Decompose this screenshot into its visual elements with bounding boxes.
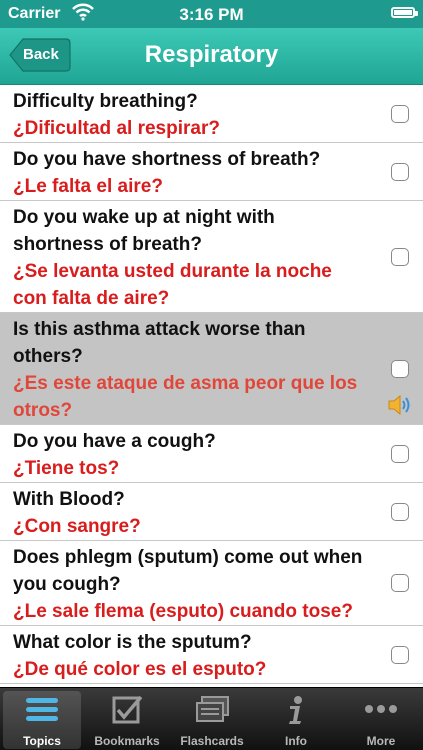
question-row[interactable]: Do you wake up at night with shortness o… xyxy=(0,201,423,313)
bookmark-checkbox[interactable] xyxy=(391,444,409,463)
flashcards-icon xyxy=(196,696,229,722)
speaker-icon[interactable] xyxy=(387,394,413,416)
tab-info[interactable]: Info xyxy=(254,688,338,750)
question-row[interactable]: Is this asthma attack worse than others?… xyxy=(0,313,423,425)
tab-bookmarks-label: Bookmarks xyxy=(94,734,160,748)
question-spanish: ¿Con sangre? xyxy=(13,516,141,537)
question-row[interactable]: What color is the sputum? ¿De qué color e… xyxy=(0,626,423,684)
app-screen: Carrier 3:16 PM Back Respiratory Difficu… xyxy=(0,0,423,750)
question-english: With Blood? xyxy=(13,489,125,510)
question-english: Is this asthma attack worse than others? xyxy=(13,319,306,367)
bookmark-checkbox[interactable] xyxy=(391,359,409,378)
tab-bookmarks[interactable]: Bookmarks xyxy=(85,688,169,750)
battery-icon xyxy=(391,7,418,18)
question-english: Difficulty breathing? xyxy=(13,91,198,112)
navigation-bar: Back Respiratory xyxy=(0,28,423,85)
question-english: What color is the sputum? xyxy=(13,632,252,653)
question-spanish: ¿Se levanta usted durante la noche con f… xyxy=(13,261,332,309)
bookmark-checkbox[interactable] xyxy=(391,645,409,664)
question-row[interactable]: Do you have a cough? ¿Tiene tos? xyxy=(0,425,423,483)
bookmark-checkbox[interactable] xyxy=(391,502,409,521)
tab-more[interactable]: More xyxy=(339,688,423,750)
question-row[interactable]: Do you have shortness of breath? ¿Le falt… xyxy=(0,143,423,201)
question-spanish: ¿Le sale flema (esputo) cuando tose? xyxy=(13,601,353,622)
bookmark-checkbox[interactable] xyxy=(391,574,409,592)
tab-topics-label: Topics xyxy=(23,734,61,748)
tab-bar: Topics Bookmarks Flashcards Info More xyxy=(0,687,423,750)
tab-more-label: More xyxy=(366,734,396,748)
question-spanish: ¿Es este ataque de asma peor que los otr… xyxy=(13,373,358,421)
question-english: Does phlegm (sputum) come out when you c… xyxy=(13,547,363,595)
question-spanish: ¿Dificultad al respirar? xyxy=(13,118,220,139)
bookmarks-icon xyxy=(112,695,143,724)
question-english: Do you wake up at night with shortness o… xyxy=(13,207,275,255)
tab-flashcards-label: Flashcards xyxy=(180,734,244,748)
question-list[interactable]: Difficulty breathing? ¿Dificultad al resp… xyxy=(0,85,423,687)
bookmark-checkbox[interactable] xyxy=(391,247,409,266)
question-spanish: ¿Tiene tos? xyxy=(13,458,120,479)
question-english: Do you have shortness of breath? xyxy=(13,149,321,170)
topics-icon xyxy=(26,698,58,721)
bookmark-checkbox[interactable] xyxy=(391,104,409,123)
bookmark-checkbox[interactable] xyxy=(391,162,409,181)
tab-flashcards[interactable]: Flashcards xyxy=(170,688,254,750)
question-row[interactable]: With Blood? ¿Con sangre? xyxy=(0,483,423,541)
question-row[interactable]: Difficulty breathing? ¿Dificultad al resp… xyxy=(0,85,423,143)
tab-topics[interactable]: Topics xyxy=(0,688,84,750)
info-icon xyxy=(289,696,302,724)
question-english: Do you have a cough? xyxy=(13,431,216,452)
status-bar: Carrier 3:16 PM xyxy=(0,0,423,28)
question-spanish: ¿De qué color es el esputo? xyxy=(13,659,267,680)
more-icon xyxy=(365,705,397,713)
tab-info-label: Info xyxy=(285,734,307,748)
question-row[interactable]: Does phlegm (sputum) come out when you c… xyxy=(0,541,423,626)
page-title: Respiratory xyxy=(144,41,279,68)
clock: 3:16 PM xyxy=(179,5,244,24)
question-spanish: ¿Le falta el aire? xyxy=(13,176,163,197)
